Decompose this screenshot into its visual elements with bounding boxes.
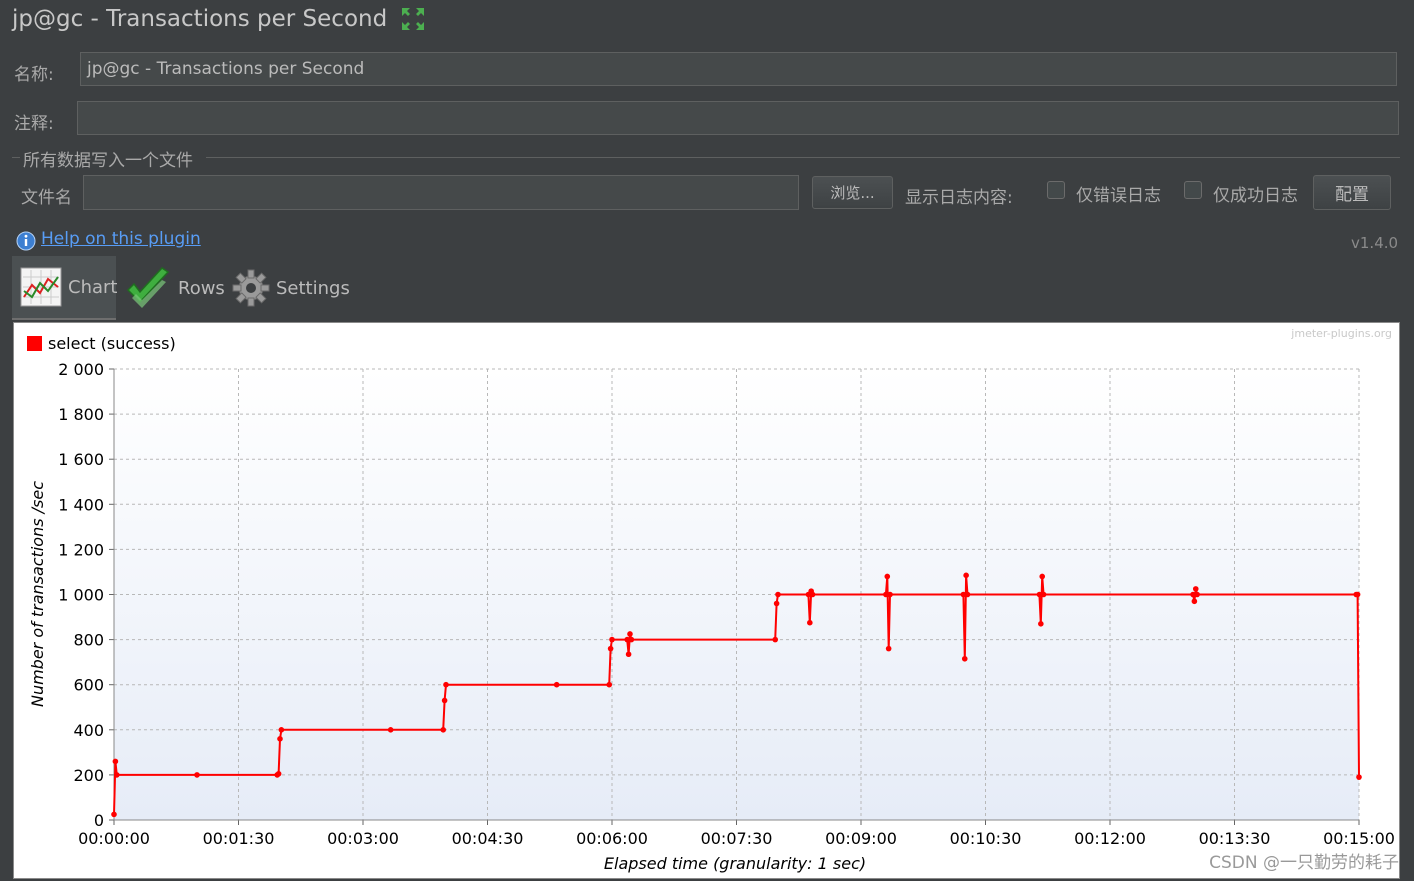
y-tick-label: 400 xyxy=(73,721,104,740)
name-field[interactable]: jp@gc - Transactions per Second xyxy=(80,52,1397,86)
data-point xyxy=(627,631,633,637)
x-tick-label: 00:04:30 xyxy=(452,829,524,848)
tab-settings-label: Settings xyxy=(276,277,350,299)
success-only-label: 仅成功日志 xyxy=(1213,186,1298,206)
data-point xyxy=(884,573,891,580)
version-label: v1.4.0 xyxy=(1351,234,1399,252)
data-point xyxy=(277,736,283,742)
data-point xyxy=(1192,586,1199,592)
expand-arrows-icon[interactable] xyxy=(401,7,425,31)
data-point xyxy=(1039,573,1046,580)
browse-button[interactable]: 浏览... xyxy=(812,176,893,209)
gear-icon xyxy=(232,269,270,307)
file-group-title: 所有数据写入一个文件 xyxy=(23,151,193,171)
y-tick-label: 2 000 xyxy=(58,360,104,379)
group-border-left xyxy=(12,157,20,158)
data-point xyxy=(440,727,447,733)
data-point xyxy=(113,772,120,778)
y-tick-label: 600 xyxy=(73,676,104,695)
data-point xyxy=(387,727,394,733)
watermark: jmeter-plugins.org xyxy=(1290,327,1392,340)
errors-only-checkbox[interactable] xyxy=(1047,181,1065,199)
help-link[interactable]: Help on this plugin xyxy=(41,229,201,249)
x-tick-label: 00:01:30 xyxy=(203,829,275,848)
data-point xyxy=(553,681,560,688)
x-tick-label: 00:15:00 xyxy=(1323,829,1395,848)
x-tick-label: 00:13:30 xyxy=(1199,829,1271,848)
legend-swatch xyxy=(27,336,42,351)
data-point xyxy=(606,681,613,688)
data-point xyxy=(1040,591,1047,598)
tab-settings[interactable]: Settings xyxy=(232,256,350,320)
legend-label: select (success) xyxy=(48,334,176,353)
tps-chart: 0 200 400 600 800 1 000 1 200 1 400 1 600 1 800 2 … xyxy=(14,323,1399,878)
csdn-credit: CSDN @一只勤劳的耗子 xyxy=(1209,853,1399,873)
y-tick-label: 1 000 xyxy=(58,586,104,605)
data-point xyxy=(443,681,449,688)
comment-label: 注释: xyxy=(14,114,54,134)
tab-rows-label: Rows xyxy=(178,277,225,299)
x-tick-label: 00:09:00 xyxy=(825,829,897,848)
x-axis-label: Elapsed time (granularity: 1 sec) xyxy=(604,854,866,873)
group-border-right xyxy=(206,157,1400,158)
data-point xyxy=(964,591,971,598)
y-tick-label: 1 200 xyxy=(58,540,104,559)
data-point xyxy=(885,645,892,652)
x-tick-label: 00:07:30 xyxy=(701,829,773,848)
data-point xyxy=(278,727,285,733)
y-tick-label: 1 600 xyxy=(58,450,104,469)
data-point xyxy=(441,697,448,704)
data-point xyxy=(963,572,969,579)
data-point xyxy=(809,591,816,598)
data-point xyxy=(1356,774,1362,780)
data-point xyxy=(1194,591,1200,598)
data-point xyxy=(111,811,117,818)
x-tick-label: 00:00:00 xyxy=(78,829,150,848)
filename-label: 文件名 xyxy=(21,188,72,208)
log-content-label: 显示日志内容: xyxy=(905,188,1013,208)
checkmark-icon xyxy=(124,264,172,312)
configure-button[interactable]: 配置 xyxy=(1313,175,1391,210)
tab-chart-label: Chart xyxy=(68,276,118,298)
x-tick-label: 00:12:00 xyxy=(1074,829,1146,848)
success-only-checkbox[interactable] xyxy=(1184,181,1202,199)
data-point xyxy=(112,758,119,765)
tab-rows[interactable]: Rows xyxy=(124,256,225,320)
filename-field[interactable] xyxy=(83,175,799,210)
y-tick-label: 800 xyxy=(73,631,104,650)
y-tick-label: 200 xyxy=(73,766,104,785)
y-tick-label: 0 xyxy=(94,811,104,830)
data-point xyxy=(961,655,968,662)
data-point xyxy=(628,636,635,643)
comment-field[interactable] xyxy=(77,101,1399,135)
data-point xyxy=(607,645,614,652)
chart-icon xyxy=(20,267,62,307)
y-axis-label: Number of transactions /sec xyxy=(28,481,47,707)
y-tick-label: 1 400 xyxy=(58,495,104,514)
data-point xyxy=(807,619,813,626)
chart-panel: 0 200 400 600 800 1 000 1 200 1 400 1 600 1 800 2 … xyxy=(13,322,1400,879)
data-point xyxy=(773,600,780,607)
y-tick-label: 1 800 xyxy=(58,405,104,424)
errors-only-label: 仅错误日志 xyxy=(1076,186,1161,206)
window-title: jp@gc - Transactions per Second xyxy=(12,6,388,32)
x-tick-label: 00:10:30 xyxy=(950,829,1022,848)
data-point xyxy=(609,636,615,643)
data-point xyxy=(275,770,282,777)
data-point xyxy=(887,591,893,598)
x-tick-label: 00:03:00 xyxy=(327,829,399,848)
x-tick-label: 00:06:00 xyxy=(576,829,648,848)
data-point xyxy=(194,772,200,778)
data-point xyxy=(1354,591,1361,598)
data-point xyxy=(775,591,781,598)
name-label: 名称: xyxy=(14,65,54,85)
info-icon xyxy=(16,231,36,251)
tab-chart[interactable]: Chart xyxy=(12,256,118,320)
data-point xyxy=(772,636,779,643)
data-point xyxy=(1191,598,1198,605)
data-point xyxy=(1038,621,1044,627)
data-point xyxy=(625,651,632,658)
